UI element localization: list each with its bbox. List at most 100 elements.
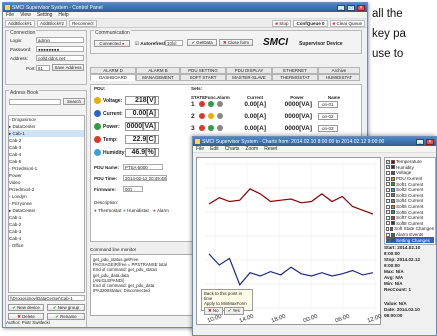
tree-item[interactable]: ◦ Office <box>9 242 84 249</box>
legend-checkbox[interactable] <box>386 198 390 203</box>
check-icon: ✔ <box>227 308 232 313</box>
menu-setting[interactable]: Setting <box>37 12 53 18</box>
get-data-button[interactable]: ✔ GetData <box>187 39 217 46</box>
save-address-button[interactable]: Save Address <box>52 64 84 71</box>
legend-checkbox[interactable] <box>386 193 390 198</box>
legend-checkbox[interactable] <box>386 226 390 231</box>
tooltip-no-button[interactable]: ✖ No <box>204 307 223 315</box>
tab-humidistat[interactable]: HUMIDISTAT <box>318 74 360 81</box>
tree-item[interactable]: Power <box>9 172 84 179</box>
conf-queue-button[interactable]: ConfQueue 0 <box>293 19 328 27</box>
legend-checkbox[interactable]: ✓ <box>386 159 390 164</box>
autorefresh-checkbox[interactable]: ☑ Autorefresh: <box>135 41 168 47</box>
legend-checkbox[interactable] <box>386 176 390 181</box>
tree-item[interactable]: ▸ DataCenter <box>9 123 84 130</box>
menu-zoom[interactable]: Zoom <box>245 146 258 152</box>
new-device-button[interactable]: ✔ New device <box>8 304 44 311</box>
menu-file[interactable]: File <box>196 146 204 152</box>
tree-item[interactable]: ▸ Cab-1 <box>9 130 84 137</box>
legend-swatch <box>391 210 395 215</box>
legend-checkbox[interactable]: ✓ <box>386 165 390 170</box>
tab-alarm-b[interactable]: ALARM B <box>136 67 180 74</box>
menu-charts[interactable]: Charts <box>225 146 240 152</box>
legend-checkbox[interactable] <box>386 182 390 187</box>
legend-checkbox[interactable] <box>386 215 390 220</box>
close-form-button[interactable]: ✖ Close form <box>219 39 253 46</box>
tab-management[interactable]: MANAGEMENT <box>136 74 180 81</box>
reconnect-button[interactable]: Reconnect <box>69 19 97 27</box>
temp-value: 22.9[C] <box>125 135 159 144</box>
tooltip-text-1: Back to this point in time <box>204 291 243 301</box>
tab-dashboard[interactable]: DASHBOARD <box>90 74 136 81</box>
add-block-1-button[interactable]: AddBlock#1 <box>5 19 36 27</box>
clear-queue-button[interactable]: ■ Clear Queue <box>329 19 365 27</box>
rename-button[interactable]: ✔ Rename <box>47 313 85 320</box>
port-input[interactable]: 81 <box>36 65 50 71</box>
tab-alarm-d[interactable]: ALARM D <box>90 67 136 74</box>
legend-swatch <box>391 215 395 220</box>
stop-icon: ■ <box>275 20 278 26</box>
address-input[interactable]: colld.ddns.net <box>36 55 84 61</box>
tree-item[interactable]: Video <box>9 179 84 186</box>
tab-ethernet[interactable]: ETHERNET <box>272 67 318 74</box>
tab-master-slave[interactable]: MASTER-SLAVE <box>226 74 272 81</box>
menu-reset[interactable]: Reset <box>264 146 277 152</box>
app-icon <box>195 139 200 144</box>
legend-swatch <box>391 238 395 243</box>
cross-icon: ✖ <box>17 314 21 319</box>
tree-item[interactable]: Cab-5 <box>9 158 84 165</box>
tab-pdu-display[interactable]: PDU DISPLAY <box>226 67 272 74</box>
legend-checkbox[interactable] <box>386 232 390 237</box>
legend-label: Temperature <box>396 159 422 165</box>
tab-soft-start[interactable]: SOFT START <box>180 74 226 81</box>
minimize-button[interactable]: _ <box>337 4 345 11</box>
tree-item[interactable]: Cab-3 <box>9 144 84 151</box>
legend-item[interactable]: Soft State Changes <box>386 226 434 232</box>
menu-help[interactable]: Help <box>58 12 68 18</box>
point-tooltip: Back to this point in time Apply to MinM… <box>201 289 253 315</box>
pdu-time-label: PDU Time: <box>94 176 118 181</box>
legend-item[interactable]: ✓ Setting Changes <box>386 237 434 243</box>
menu-edit[interactable]: Edit <box>210 146 219 152</box>
minimize-button[interactable]: _ <box>416 138 424 145</box>
legend-checkbox[interactable] <box>386 204 390 209</box>
add-block-2-button[interactable]: AddBlock#2 <box>37 19 68 27</box>
tree-item[interactable]: Cab-2 <box>9 137 84 144</box>
tab-pdu-setting[interactable]: PDU SETTING <box>180 67 226 74</box>
login-input[interactable]: admin <box>36 37 84 43</box>
maximize-button[interactable]: □ <box>347 4 355 11</box>
legend-checkbox[interactable] <box>386 170 390 175</box>
temp-label: Temp: <box>103 136 118 143</box>
legend-checkbox[interactable] <box>386 221 390 226</box>
menu-file[interactable]: File <box>6 12 14 18</box>
address-search-input[interactable] <box>9 99 61 105</box>
stop-button[interactable]: ■ Stop <box>272 19 292 27</box>
legend-swatch <box>391 198 395 203</box>
tooltip-yes-button[interactable]: ✔ Yes <box>223 307 244 315</box>
tree-item[interactable]: Przedmioś-2 <box>9 186 84 193</box>
new-group-button[interactable]: ✔ New group <box>47 304 85 311</box>
charts-menu-bar: File Edit Charts Zoom Reset <box>193 146 436 153</box>
autorefresh-select[interactable]: 10[s] <box>165 40 183 46</box>
tree-item[interactable]: ◦ Londyn <box>9 193 84 200</box>
tree-item[interactable]: Cab-3 <box>9 228 84 235</box>
legend-checkbox[interactable]: ✓ <box>386 238 390 243</box>
tree-item[interactable]: ◦ Prizyonne <box>9 200 84 207</box>
tree-item[interactable]: ◦ Przedmioś-1 <box>9 165 84 172</box>
tree-item[interactable]: ▸ DataCenter <box>9 207 84 214</box>
tree-item[interactable]: ◦ Drogosimov <box>9 116 84 123</box>
password-input[interactable]: ●●●●●●●● <box>36 46 84 52</box>
legend-checkbox[interactable] <box>386 187 390 192</box>
close-button[interactable]: × <box>357 4 365 11</box>
menu-view[interactable]: View <box>20 12 31 18</box>
tree-item[interactable]: Cab-1 <box>9 214 84 221</box>
tree-item[interactable]: Cab-4 <box>9 151 84 158</box>
tab-archive[interactable]: Archive <box>318 67 360 74</box>
tree-item[interactable]: Cab-4 <box>9 235 84 242</box>
legend-checkbox[interactable] <box>386 210 390 215</box>
close-button[interactable]: × <box>426 138 434 145</box>
tree-item[interactable]: Cab-2 <box>9 221 84 228</box>
delete-button[interactable]: ✖ Delete <box>8 313 44 320</box>
tab-thermostat[interactable]: THERMOSTAT <box>272 74 318 81</box>
search-button[interactable]: Search <box>63 98 85 105</box>
